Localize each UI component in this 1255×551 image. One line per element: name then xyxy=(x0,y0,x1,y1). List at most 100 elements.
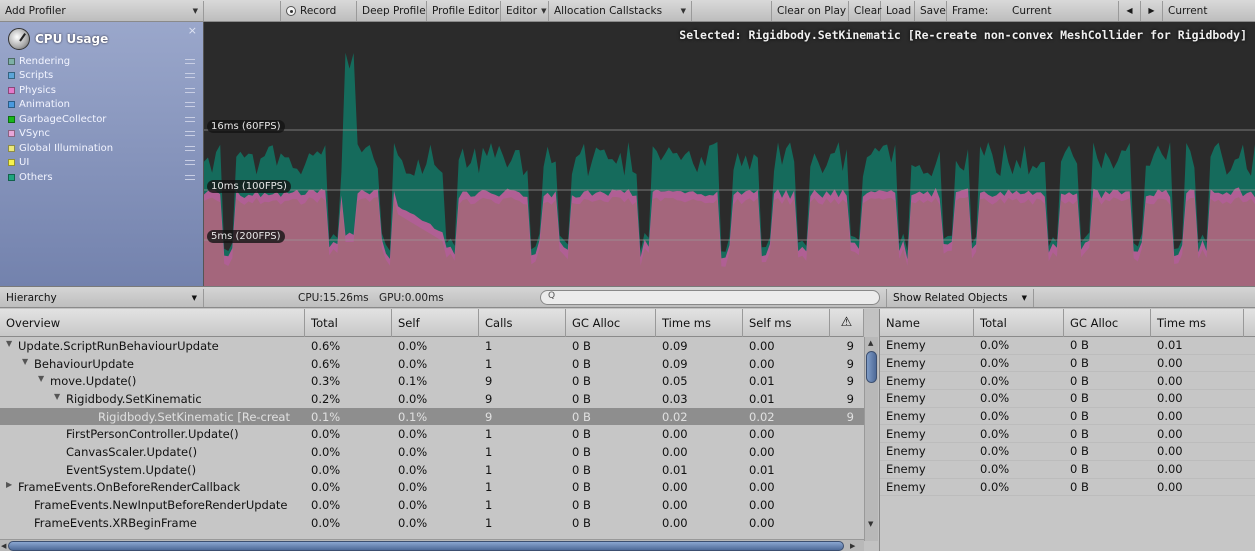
list-item[interactable]: Enemy 0.0% 0 B 0.00 xyxy=(880,372,1255,391)
profile-editor-button[interactable]: Profile Editor xyxy=(427,0,501,21)
col-time-ms[interactable]: Time ms xyxy=(656,309,743,337)
col-gc-alloc[interactable]: GC Alloc xyxy=(566,309,656,337)
col-gc-alloc[interactable]: GC Alloc xyxy=(1064,309,1151,337)
clear-button[interactable]: Clear xyxy=(849,0,881,21)
expand-arrow-icon[interactable]: ▼ xyxy=(6,339,18,353)
clear-on-play-button[interactable]: Clear on Play xyxy=(771,0,849,21)
col-calls[interactable]: Calls xyxy=(479,309,566,337)
load-button[interactable]: Load xyxy=(881,0,915,21)
legend-item[interactable]: UI xyxy=(0,156,203,171)
expand-arrow-icon[interactable]: ▼ xyxy=(54,392,66,406)
list-item[interactable]: Enemy 0.0% 0 B 0.00 xyxy=(880,355,1255,373)
legend-item[interactable]: Physics xyxy=(0,83,203,98)
legend-item[interactable]: Others xyxy=(0,170,203,185)
frame-label: Frame: xyxy=(947,1,1007,21)
expand-arrow-icon[interactable]: ▼ xyxy=(38,374,50,388)
legend-label: UI xyxy=(19,157,30,169)
table-row[interactable]: FirstPersonController.Update() 0.0% 0.0% 1 0… xyxy=(0,425,864,443)
drag-handle-icon[interactable] xyxy=(185,58,195,64)
vertical-scrollbar[interactable]: ▲ ▼ xyxy=(864,337,878,541)
cpu-usage-chart[interactable]: 16ms (60FPS) 10ms (100FPS) 5ms (200FPS) … xyxy=(204,22,1255,286)
cell-overview: FrameEvents.NewInputBeforeRenderUpdate xyxy=(0,498,305,512)
expand-arrow-icon[interactable]: ▼ xyxy=(22,357,34,371)
legend-swatch xyxy=(8,86,15,94)
next-frame-button[interactable]: ▶ xyxy=(1141,0,1163,21)
list-item[interactable]: Enemy 0.0% 0 B 0.00 xyxy=(880,479,1255,497)
collapse-arrow-icon xyxy=(54,427,66,441)
legend-label: Global Illumination xyxy=(19,142,114,154)
scroll-right-icon[interactable]: ▶ xyxy=(850,542,855,550)
legend-item[interactable]: Animation xyxy=(0,98,203,113)
table-row[interactable]: ▼ move.Update() 0.3% 0.1% 9 0 B 0.05 0.01 9 xyxy=(0,372,864,390)
cell-warn: 9 xyxy=(846,409,854,424)
legend-item[interactable]: GarbageCollector xyxy=(0,112,203,127)
cell-total: 0.0% xyxy=(980,373,1010,388)
editor-dropdown[interactable]: Editor ▼ xyxy=(501,0,549,21)
legend-item[interactable]: Global Illumination xyxy=(0,141,203,156)
warning-icon[interactable]: ⚠ xyxy=(830,309,864,337)
table-row[interactable]: ▼ Update.ScriptRunBehaviourUpdate 0.6% 0.0%… xyxy=(0,337,864,355)
collapse-arrow-icon[interactable]: ▶ xyxy=(6,480,18,494)
col-overview[interactable]: Overview xyxy=(0,309,305,337)
row-name: EventSystem.Update() xyxy=(66,462,197,477)
table-row[interactable]: ▶ FrameEvents.OnBeforeRenderCallback 0.0% 0… xyxy=(0,479,864,497)
cell-time: 0.00 xyxy=(1157,373,1183,388)
table-row[interactable]: EventSystem.Update() 0.0% 0.0% 1 0 B 0.01 0.01 xyxy=(0,461,864,479)
horizontal-scrollbar[interactable]: ◀ ▶ xyxy=(0,539,864,551)
drag-handle-icon[interactable] xyxy=(185,131,195,137)
drag-handle-icon[interactable] xyxy=(185,116,195,122)
add-profiler-dropdown[interactable]: Add Profiler ▼ xyxy=(0,0,204,21)
legend-item[interactable]: Rendering xyxy=(0,54,203,69)
legend-item[interactable]: Scripts xyxy=(0,69,203,84)
col-self-ms[interactable]: Self ms xyxy=(743,309,830,337)
prev-frame-icon: ◀ xyxy=(1126,6,1133,15)
close-icon[interactable]: × xyxy=(188,24,197,37)
row-name: CanvasScaler.Update() xyxy=(66,444,198,459)
col-total[interactable]: Total xyxy=(305,309,392,337)
scroll-up-icon[interactable]: ▲ xyxy=(868,339,873,347)
view-mode-dropdown[interactable]: Hierarchy ▼ xyxy=(0,289,204,307)
scrollbar-thumb[interactable] xyxy=(8,541,844,551)
drag-handle-icon[interactable] xyxy=(185,87,195,93)
module-title: CPU Usage xyxy=(35,32,109,46)
table-row[interactable]: ▼ BehaviourUpdate 0.6% 0.0% 1 0 B 0.09 0.00 9 xyxy=(0,355,864,373)
col-total[interactable]: Total xyxy=(974,309,1064,337)
list-item[interactable]: Enemy 0.0% 0 B 0.00 xyxy=(880,425,1255,444)
drag-handle-icon[interactable] xyxy=(185,102,195,108)
search-input[interactable]: Q xyxy=(540,290,880,305)
legend-item[interactable]: VSync xyxy=(0,127,203,142)
table-row[interactable]: CanvasScaler.Update() 0.0% 0.0% 1 0 B 0.00 0.0… xyxy=(0,443,864,461)
col-time-ms[interactable]: Time ms xyxy=(1151,309,1244,337)
cell-time: 0.00 xyxy=(662,444,688,459)
drag-handle-icon[interactable] xyxy=(185,145,195,151)
drag-handle-icon[interactable] xyxy=(185,160,195,166)
list-item[interactable]: Enemy 0.0% 0 B 0.00 xyxy=(880,461,1255,479)
col-name[interactable]: Name xyxy=(880,309,974,337)
list-item[interactable]: Enemy 0.0% 0 B 0.01 xyxy=(880,337,1255,355)
table-row[interactable]: ▼ Rigidbody.SetKinematic 0.2% 0.0% 9 0 B 0.03 0… xyxy=(0,390,864,408)
collapse-arrow-icon xyxy=(54,445,66,459)
col-self[interactable]: Self xyxy=(392,309,479,337)
cell-total: 0.3% xyxy=(311,374,341,389)
prev-frame-button[interactable]: ◀ xyxy=(1119,0,1141,21)
table-row[interactable]: Rigidbody.SetKinematic [Re-creat 0.1% 0.1%… xyxy=(0,407,864,426)
table-row[interactable]: FrameEvents.XRBeginFrame 0.0% 0.0% 1 0 B 0.00… xyxy=(0,514,864,532)
table-row[interactable]: FrameEvents.NewInputBeforeRenderUpdate 0.… xyxy=(0,496,864,514)
cpu-usage-module[interactable]: CPU Usage × Rendering Scripts Physics Anima… xyxy=(0,22,204,286)
legend-swatch xyxy=(8,101,15,109)
related-objects-dropdown[interactable]: Show Related Objects ▼ xyxy=(886,289,1034,307)
current-frame-button[interactable]: Current xyxy=(1163,1,1213,21)
allocation-callstacks-dropdown[interactable]: Allocation Callstacks ▼ xyxy=(549,0,692,21)
scrollbar-thumb[interactable] xyxy=(866,351,877,383)
scroll-down-icon[interactable]: ▼ xyxy=(868,520,873,528)
deep-profile-button[interactable]: Deep Profile xyxy=(357,0,427,21)
drag-handle-icon[interactable] xyxy=(185,174,195,180)
list-item[interactable]: Enemy 0.0% 0 B 0.00 xyxy=(880,443,1255,461)
scroll-left-icon[interactable]: ◀ xyxy=(1,542,6,550)
save-button[interactable]: Save xyxy=(915,0,947,21)
record-button[interactable]: Record xyxy=(280,0,357,21)
list-item[interactable]: Enemy 0.0% 0 B 0.00 xyxy=(880,408,1255,426)
save-label: Save xyxy=(920,4,946,17)
list-item[interactable]: Enemy 0.0% 0 B 0.00 xyxy=(880,390,1255,408)
drag-handle-icon[interactable] xyxy=(185,73,195,79)
